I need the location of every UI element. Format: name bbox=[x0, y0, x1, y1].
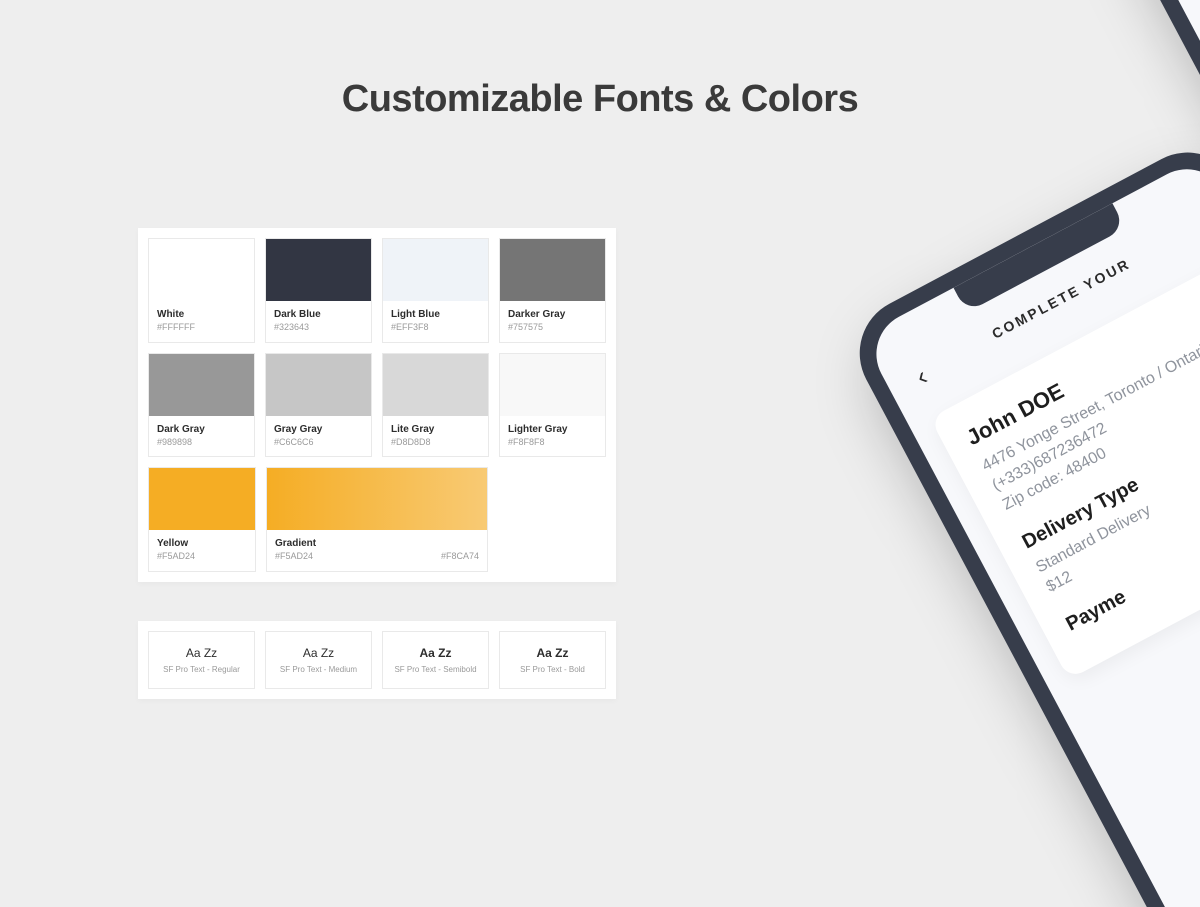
swatch-label: Darker Gray bbox=[508, 308, 597, 321]
swatch-label: White bbox=[157, 308, 246, 321]
font-sample: Aa Zz bbox=[186, 646, 217, 660]
swatch-hex: #323643 bbox=[274, 322, 363, 334]
swatch-hex: #FFFFFF bbox=[157, 322, 246, 334]
swatch-hex: #F8F8F8 bbox=[508, 437, 597, 449]
fonts-panel: Aa Zz SF Pro Text - Regular Aa Zz SF Pro Te… bbox=[138, 621, 616, 699]
color-swatch: Darker Gray#757575 bbox=[499, 238, 606, 343]
font-sample: Aa Zz bbox=[419, 646, 451, 660]
order-card: John DOE 4476 Yonge Street, Toronto / On… bbox=[930, 257, 1200, 680]
swatch-hex: #EFF3F8 bbox=[391, 322, 480, 334]
color-swatch: Lite Gray#D8D8D8 bbox=[382, 353, 489, 458]
swatch-hex: #C6C6C6 bbox=[274, 437, 363, 449]
color-swatch: Dark Blue#323643 bbox=[265, 238, 372, 343]
font-card: Aa Zz SF Pro Text - Medium bbox=[265, 631, 372, 689]
font-sample: Aa Zz bbox=[536, 646, 568, 660]
color-swatch: Dark Gray#989898 bbox=[148, 353, 255, 458]
swatch-hex: #989898 bbox=[157, 437, 246, 449]
swatch-label: Gray Gray bbox=[274, 423, 363, 436]
font-sample: Aa Zz bbox=[303, 646, 334, 660]
font-card: Aa Zz SF Pro Text - Regular bbox=[148, 631, 255, 689]
page-title: Customizable Fonts & Colors bbox=[0, 78, 1200, 121]
color-swatch: Lighter Gray#F8F8F8 bbox=[499, 353, 606, 458]
font-card: Aa Zz SF Pro Text - Semibold bbox=[382, 631, 489, 689]
font-name: SF Pro Text - Medium bbox=[280, 665, 357, 674]
font-card: Aa Zz SF Pro Text - Bold bbox=[499, 631, 606, 689]
colors-panel: White#FFFFFFDark Blue#323643Light Blue#E… bbox=[138, 228, 616, 582]
font-name: SF Pro Text - Regular bbox=[163, 665, 240, 674]
swatch-yellow: Yellow #F5AD24 bbox=[148, 467, 256, 572]
font-name: SF Pro Text - Semibold bbox=[394, 665, 476, 674]
phone-mockup-main: ‹ COMPLETE YOUR John DOE 4476 Yonge Stre… bbox=[840, 48, 1200, 907]
swatch-label: Dark Blue bbox=[274, 308, 363, 321]
swatch-gradient: Gradient #F5AD24 #F8CA74 bbox=[266, 467, 488, 572]
swatch-hex: #757575 bbox=[508, 322, 597, 334]
color-swatch: Gray Gray#C6C6C6 bbox=[265, 353, 372, 458]
swatch-label: Yellow bbox=[157, 537, 247, 550]
font-name: SF Pro Text - Bold bbox=[520, 665, 585, 674]
swatch-hex: #F5AD24 bbox=[275, 551, 316, 563]
swatch-label: Gradient bbox=[275, 537, 316, 550]
swatch-hex: #D8D8D8 bbox=[391, 437, 480, 449]
color-swatch: White#FFFFFF bbox=[148, 238, 255, 343]
swatch-label: Light Blue bbox=[391, 308, 480, 321]
color-swatch: Light Blue#EFF3F8 bbox=[382, 238, 489, 343]
swatch-hex: #F8CA74 bbox=[441, 551, 479, 561]
swatch-hex: #F5AD24 bbox=[157, 551, 247, 563]
swatch-label: Lighter Gray bbox=[508, 423, 597, 436]
swatch-label: Dark Gray bbox=[157, 423, 246, 436]
swatch-label: Lite Gray bbox=[391, 423, 480, 436]
